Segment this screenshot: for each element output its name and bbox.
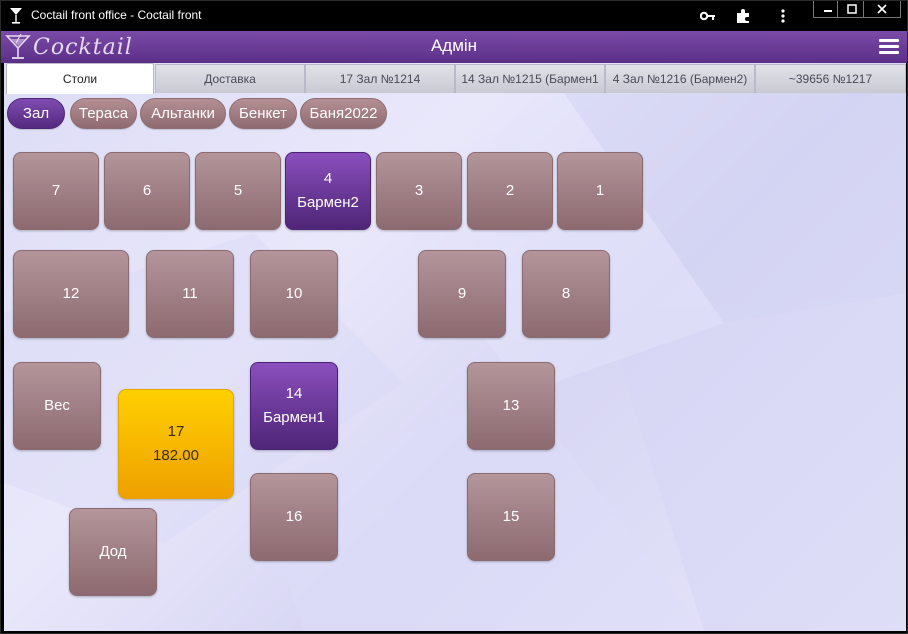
table-3[interactable]: 3: [376, 152, 462, 230]
puzzle-icon[interactable]: [734, 7, 752, 25]
table-dod[interactable]: Дод: [69, 508, 157, 596]
hamburger-icon[interactable]: [879, 37, 899, 57]
table-5[interactable]: 5: [195, 152, 281, 230]
page-title: Адмін: [430, 36, 478, 55]
table-number: 15: [502, 508, 520, 525]
minimize-icon: [824, 10, 832, 12]
table-number: 10: [285, 285, 303, 302]
table-number: 14: [285, 385, 303, 402]
table-7[interactable]: 7: [13, 152, 99, 230]
order-tabs: Столи Доставка 17 Зал №1214 14 Зал №1215…: [4, 63, 906, 94]
tab-tables[interactable]: Столи: [6, 63, 154, 94]
table-11[interactable]: 11: [146, 250, 234, 338]
app-window: Coctail front office - Coctail front Coc…: [0, 0, 908, 634]
hall-button-benket[interactable]: Бенкет: [229, 98, 297, 129]
table-16[interactable]: 16: [250, 473, 338, 561]
table-number: 8: [561, 285, 571, 302]
table-9[interactable]: 9: [418, 250, 506, 338]
table-13[interactable]: 13: [467, 362, 555, 450]
table-number: 12: [62, 285, 80, 302]
table-1[interactable]: 1: [557, 152, 643, 230]
table-number: 11: [182, 285, 198, 302]
tab-order-1214[interactable]: 17 Зал №1214: [305, 64, 455, 93]
key-icon[interactable]: [699, 7, 717, 25]
close-icon: [877, 4, 887, 14]
tab-order-1217[interactable]: ~39656 №1217: [755, 64, 906, 93]
table-number: 17: [167, 423, 185, 440]
app-header: Cocktail Адмін: [1, 31, 907, 63]
close-button[interactable]: [863, 1, 901, 18]
hall-label: Тераса: [78, 105, 129, 122]
table-number: 16: [285, 508, 303, 525]
hall-button-altanky[interactable]: Альтанки: [140, 98, 226, 129]
table-ves[interactable]: Вес: [13, 362, 101, 450]
table-waiter: Бармен2: [297, 194, 359, 211]
more-vert-icon[interactable]: [774, 7, 792, 25]
table-6[interactable]: 6: [104, 152, 190, 230]
table-4[interactable]: 4 Бармен2: [285, 152, 371, 230]
table-amount: 182.00: [153, 447, 199, 464]
hall-label: Альтанки: [151, 105, 215, 122]
table-15[interactable]: 15: [467, 473, 555, 561]
table-number: 5: [233, 182, 243, 199]
tab-label: 4 Зал №1216 (Бармен2): [612, 72, 748, 86]
tab-delivery[interactable]: Доставка: [155, 64, 305, 93]
maximize-icon: [847, 4, 857, 14]
table-number: 13: [502, 397, 520, 414]
tab-label: Столи: [62, 72, 98, 86]
tab-label: ~39656 №1217: [788, 72, 873, 86]
table-number: 9: [457, 285, 467, 302]
table-2[interactable]: 2: [467, 152, 553, 230]
table-14[interactable]: 14 Бармен1: [250, 362, 338, 450]
table-12[interactable]: 12: [13, 250, 129, 338]
table-17[interactable]: 17 182.00: [118, 389, 234, 499]
window-title: Coctail front office - Coctail front: [31, 8, 202, 22]
table-number: Вес: [44, 397, 70, 414]
tab-order-1215[interactable]: 14 Зал №1215 (Бармен1: [455, 64, 605, 93]
tab-label: 14 Зал №1215 (Бармен1: [461, 72, 599, 86]
hall-button-terasa[interactable]: Тераса: [70, 98, 137, 129]
hall-label: Зал: [22, 105, 50, 122]
table-number: 7: [51, 182, 61, 199]
table-number: 2: [505, 182, 515, 199]
tab-label: 17 Зал №1214: [339, 72, 421, 86]
tables-view: Столи Доставка 17 Зал №1214 14 Зал №1215…: [4, 63, 906, 631]
cocktail-glass-icon: [10, 8, 22, 24]
table-8[interactable]: 8: [522, 250, 610, 338]
table-number: 1: [595, 182, 605, 199]
tab-order-1216[interactable]: 4 Зал №1216 (Бармен2): [605, 64, 755, 93]
table-number: 6: [142, 182, 152, 199]
hall-button-banya2022[interactable]: Баня2022: [300, 98, 387, 129]
hall-label: Бенкет: [239, 105, 287, 122]
tab-label: Доставка: [204, 72, 256, 86]
table-10[interactable]: 10: [250, 250, 338, 338]
table-number: 3: [414, 182, 424, 199]
hall-button-zal[interactable]: Зал: [7, 98, 65, 129]
title-bar: Coctail front office - Coctail front: [1, 1, 907, 31]
table-waiter: Бармен1: [263, 409, 325, 426]
hall-label: Баня2022: [309, 105, 378, 122]
table-number: 4: [323, 170, 333, 187]
table-number: Дод: [99, 543, 127, 560]
